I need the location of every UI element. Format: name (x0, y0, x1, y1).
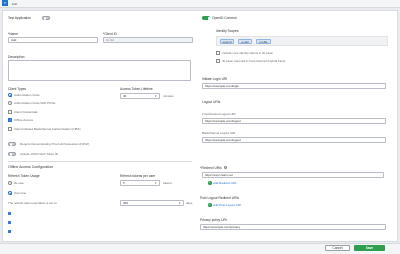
refresh-token-expiration-label: The refresh token expiration is set to: (8, 201, 58, 205)
identity-scopes-label: Identity Scopes (216, 29, 239, 33)
initiate-login-uri-label: Initiate Login URI (202, 77, 228, 81)
description-textarea[interactable] (8, 60, 191, 81)
refresh-token-expiration-select[interactable]: 365 (120, 200, 184, 206)
tab-icon[interactable]: P (2, 0, 8, 6)
save-button[interactable]: Save (354, 245, 385, 251)
scope-chip-email[interactable]: email (238, 39, 252, 44)
offline-access-label: Offline Access (14, 118, 33, 122)
logout-uris-label: Logout URIs (202, 100, 221, 104)
privacy-policy-uri-label: Privacy policy URI (200, 218, 227, 222)
test-application-toggle[interactable] (42, 16, 50, 20)
access-token-lifetime-unit: minutes (163, 94, 174, 98)
description-label: Description (8, 55, 25, 59)
auth-code-label: Authorization Code (14, 93, 40, 97)
offline-access-config-header: Offline Access Configuration (8, 165, 54, 169)
client-id-input[interactable]: 0x bid (103, 37, 193, 43)
scope-chip-profile[interactable]: profile (256, 39, 271, 44)
divider (8, 161, 192, 162)
client-id-label: *Client ID (103, 32, 117, 36)
include-jwt-id-toggle[interactable] (8, 152, 16, 156)
refresh-token-expiration-value: 365 (123, 201, 129, 205)
id-token-front-channel-label: ID token returned in front-channel (Hybr… (222, 59, 286, 63)
top-bar (0, 0, 400, 8)
ciba-label: Client Initiated Backchannel Authenticat… (14, 127, 81, 131)
chevron-down-icon: ▾ (155, 94, 157, 98)
openid-connect-label: OpenID Connect (212, 16, 237, 20)
access-token-lifetime-value: 30 (123, 94, 127, 98)
require-dpop-toggle[interactable] (8, 142, 16, 146)
name-label: *Name (8, 32, 19, 36)
ciba-checkbox[interactable] (8, 127, 12, 131)
refresh-tokens-per-user-label: Refresh tokens per user (120, 174, 156, 178)
access-token-lifetime-label: Access Token Lifetime (120, 87, 153, 91)
include-core-claims-label: Include core identity claims in ID token (222, 51, 274, 55)
one-time-label: One time (14, 191, 27, 195)
client-types-label: Client Types (8, 87, 27, 91)
test-application-label: Test Application (8, 16, 31, 20)
client-credentials-checkbox[interactable] (8, 110, 12, 114)
bullet-square-icon (8, 221, 11, 224)
include-jwt-id-label: Include JSON Web Token ID (20, 152, 59, 156)
info-icon[interactable]: i (224, 166, 227, 169)
auth-code-radio[interactable] (8, 93, 12, 97)
redirect-uri-input[interactable]: https://exp/ /warn.net (202, 172, 384, 178)
bullet-square-icon (8, 230, 11, 233)
refresh-tokens-per-user-select[interactable]: 5 (120, 180, 160, 186)
cancel-button[interactable]: Cancel (325, 245, 350, 251)
backchannel-logout-uri-label: Backchannel Logout URI (202, 131, 236, 135)
reuse-label: Re-use (14, 181, 24, 185)
backchannel-logout-uri-input[interactable]: https://example.com/logout (202, 137, 386, 143)
id-token-front-channel-checkbox[interactable] (216, 59, 220, 63)
chevron-down-icon: ▾ (179, 201, 181, 205)
add-icon[interactable]: + (208, 202, 212, 207)
initiate-login-uri-input[interactable]: https://example.com/login (202, 83, 386, 89)
bullet-square-icon (8, 212, 11, 215)
redirect-uris-label: *Redirect URIs (200, 166, 222, 170)
access-token-lifetime-select[interactable]: 30 (120, 93, 160, 99)
frontchannel-logout-uri-label: Frontchannel Logout URI (202, 112, 236, 116)
auth-code-pkce-radio[interactable] (8, 101, 12, 105)
auth-code-pkce-label: Authorization Code With PKCE (14, 101, 56, 105)
chevron-down-icon: ▾ (155, 181, 157, 185)
frontchannel-logout-uri-input[interactable]: https://example.com/logout (202, 118, 386, 124)
openid-connect-toggle[interactable] (202, 16, 211, 20)
refresh-tokens-per-user-value: 5 (123, 181, 125, 185)
reuse-radio[interactable] (8, 181, 12, 185)
refresh-token-usage-label: Refresh Token Usage (8, 174, 40, 178)
refresh-tokens-per-user-unit: tokens (163, 181, 172, 185)
client-credentials-label: Client Credentials (14, 110, 38, 114)
tab-edit[interactable]: Edit (12, 2, 17, 6)
one-time-radio[interactable] (8, 191, 12, 195)
post-logout-redirect-uris-label: Post Logout Redirect URIs (200, 196, 240, 200)
refresh-token-expiration-unit: days (186, 201, 193, 205)
require-dpop-label: Require Demonstrating Proof-of-Possessio… (20, 142, 90, 146)
add-post-logout-uri-link[interactable]: Add Post Logout URI (213, 203, 241, 207)
scope-chip-openid[interactable]: openid (220, 39, 234, 44)
include-core-claims-checkbox[interactable] (216, 51, 220, 55)
add-icon[interactable]: + (208, 180, 212, 185)
add-redirect-uri-link[interactable]: Add Redirect URI (213, 181, 236, 185)
privacy-policy-uri-input[interactable]: https://example.com/privacy (200, 224, 386, 230)
name-input[interactable]: Add (8, 37, 98, 43)
offline-access-checkbox[interactable] (8, 118, 12, 122)
